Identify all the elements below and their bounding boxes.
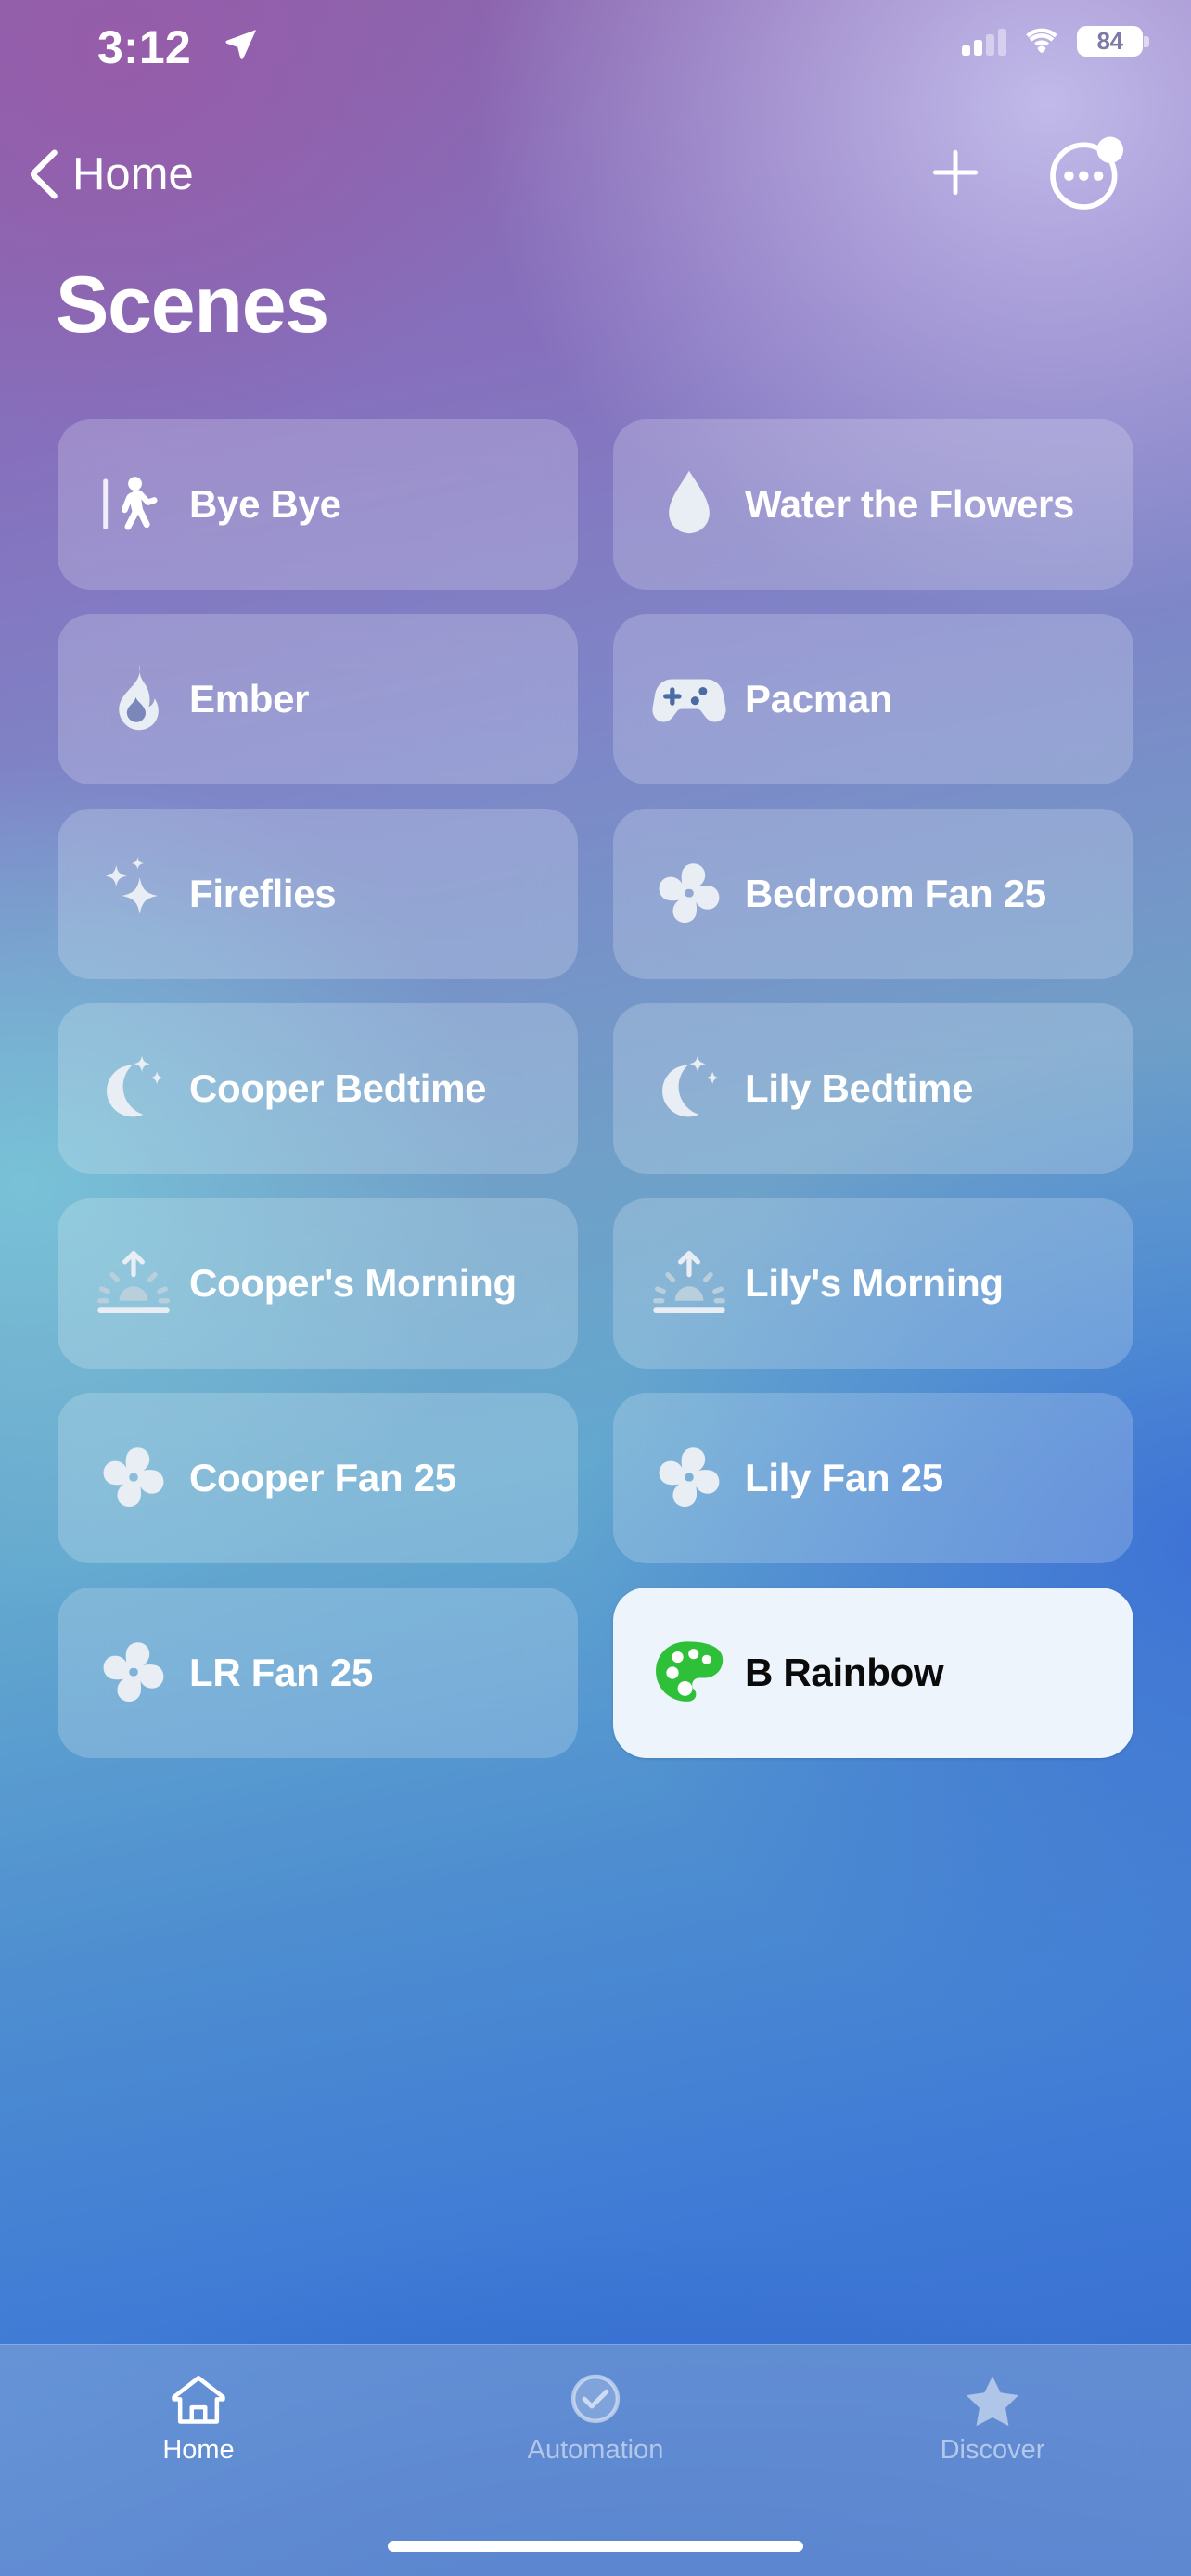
scene-tile-fireflies[interactable]: Fireflies — [58, 809, 578, 979]
scene-tile-lilys-morning[interactable]: Lily's Morning — [613, 1198, 1133, 1369]
wifi-icon — [1026, 28, 1057, 53]
tab-label: Discover — [940, 2435, 1045, 2465]
tab-label: Home — [162, 2435, 235, 2465]
scene-tile-coopers-morning[interactable]: Cooper's Morning — [58, 1198, 578, 1369]
more-options-button[interactable] — [1046, 134, 1126, 213]
battery-indicator: 84 — [1077, 26, 1149, 57]
scene-tile-water-the-flowers[interactable]: Water the Flowers — [613, 419, 1133, 590]
gamepad-icon — [647, 657, 732, 742]
fan-icon — [647, 851, 732, 937]
scene-label: Water the Flowers — [745, 482, 1075, 527]
scene-tile-pacman[interactable]: Pacman — [613, 614, 1133, 784]
scene-label: Ember — [189, 677, 310, 721]
scene-label: Cooper Fan 25 — [189, 1456, 456, 1500]
scene-label: Cooper Bedtime — [189, 1066, 487, 1111]
scene-tile-lr-fan-25[interactable]: LR Fan 25 — [58, 1588, 578, 1758]
sparkles-icon — [91, 851, 176, 937]
scene-tile-cooper-fan-25[interactable]: Cooper Fan 25 — [58, 1393, 578, 1563]
water-drop-icon — [647, 462, 732, 547]
scene-label: B Rainbow — [745, 1651, 944, 1695]
fan-icon — [647, 1435, 732, 1521]
figure-walk-icon — [91, 462, 176, 547]
back-button-label: Home — [72, 149, 194, 199]
status-bar: 3:12 84 — [0, 0, 1191, 100]
scene-label: Fireflies — [189, 872, 337, 916]
plus-icon — [932, 149, 979, 196]
scene-label: Cooper's Morning — [189, 1261, 517, 1306]
sunrise-icon — [91, 1241, 176, 1326]
checkmark-clock-icon — [570, 2374, 621, 2424]
tab-automation[interactable]: Automation — [397, 2373, 794, 2466]
scene-tile-lily-bedtime[interactable]: Lily Bedtime — [613, 1003, 1133, 1174]
tab-discover[interactable]: Discover — [794, 2373, 1191, 2466]
scene-label: Lily Fan 25 — [745, 1456, 943, 1500]
scene-tile-b-rainbow[interactable]: B Rainbow — [613, 1588, 1133, 1758]
page-title: Scenes — [56, 261, 329, 350]
scene-label: Bye Bye — [189, 482, 341, 527]
sunrise-icon — [647, 1241, 732, 1326]
navigation-bar: Home — [0, 136, 1191, 224]
scene-tile-lily-fan-25[interactable]: Lily Fan 25 — [613, 1393, 1133, 1563]
scene-label: Lily's Morning — [745, 1261, 1004, 1306]
moon-stars-icon — [91, 1046, 176, 1131]
house-icon — [172, 2376, 225, 2424]
paint-palette-icon — [647, 1630, 732, 1715]
back-button[interactable]: Home — [28, 139, 194, 210]
home-indicator — [388, 2541, 803, 2552]
scene-grid: Bye Bye Water the Flowers Ember Pacman F… — [58, 419, 1133, 1758]
scene-tile-cooper-bedtime[interactable]: Cooper Bedtime — [58, 1003, 578, 1174]
scene-tile-bye-bye[interactable]: Bye Bye — [58, 419, 578, 590]
status-bar-indicators: 84 — [962, 26, 1149, 57]
scene-label: Lily Bedtime — [745, 1066, 974, 1111]
fan-icon — [91, 1630, 176, 1715]
star-icon — [966, 2376, 1019, 2427]
scene-tile-bedroom-fan-25[interactable]: Bedroom Fan 25 — [613, 809, 1133, 979]
chevron-left-icon — [30, 149, 58, 199]
cellular-signal-icon — [962, 28, 1006, 56]
scene-label: Pacman — [745, 677, 893, 721]
add-scene-button[interactable] — [918, 135, 992, 210]
scene-label: LR Fan 25 — [189, 1651, 374, 1695]
tab-label: Automation — [527, 2435, 664, 2465]
ellipsis-circle-icon — [1050, 136, 1124, 210]
flame-icon — [91, 657, 176, 742]
scene-tile-ember[interactable]: Ember — [58, 614, 578, 784]
moon-stars-icon — [647, 1046, 732, 1131]
status-bar-time: 3:12 — [97, 21, 191, 73]
tab-home[interactable]: Home — [0, 2373, 397, 2466]
fan-icon — [91, 1435, 176, 1521]
battery-percentage: 84 — [1096, 27, 1123, 55]
notification-badge-dot — [1096, 136, 1124, 163]
scene-label: Bedroom Fan 25 — [745, 872, 1046, 916]
location-arrow-icon — [225, 30, 256, 59]
